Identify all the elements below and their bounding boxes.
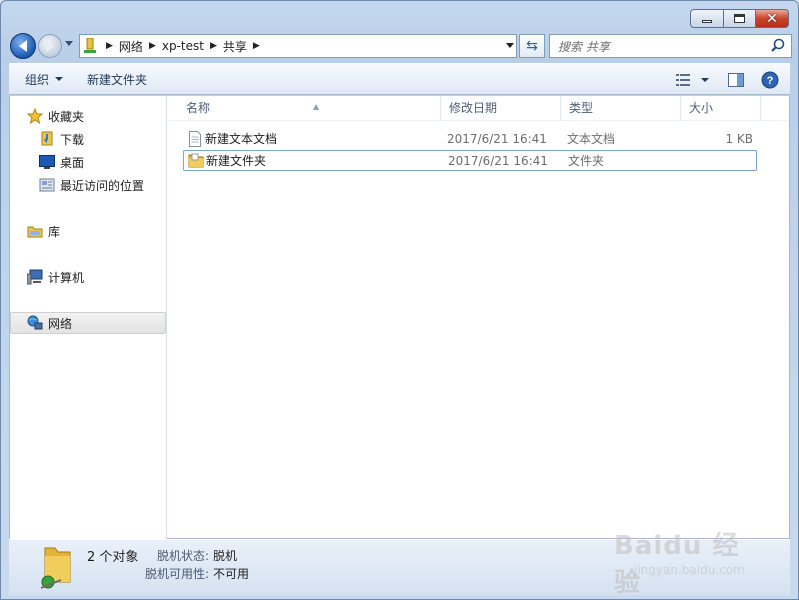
recent-places-icon: [38, 177, 56, 193]
desktop-icon: [38, 154, 56, 170]
breadcrumb-share[interactable]: 共享: [223, 38, 247, 55]
preview-pane-icon: [728, 73, 744, 87]
help-button[interactable]: ?: [756, 68, 784, 92]
view-controls: ?: [670, 68, 784, 92]
text-file-icon: [187, 131, 203, 147]
star-icon: [26, 108, 44, 124]
libraries-icon: [26, 223, 44, 239]
offline-folder-icon: [39, 544, 75, 590]
caption-buttons: ✕: [690, 9, 789, 28]
sidebar-label: 最近访问的位置: [60, 178, 145, 193]
column-header-name[interactable]: ▲ 名称: [178, 96, 441, 121]
sidebar-label: 计算机: [48, 270, 85, 285]
chevron-down-icon: [55, 77, 64, 81]
organize-button[interactable]: 组织: [17, 67, 71, 91]
item-count: 2 个对象: [87, 550, 139, 565]
breadcrumb-separator-icon[interactable]: ▶: [247, 41, 266, 51]
change-view-button[interactable]: [670, 68, 698, 92]
column-header-size[interactable]: 大小: [681, 96, 761, 121]
sidebar-label: 库: [48, 224, 61, 239]
file-name: 新建文件夹: [206, 154, 267, 168]
sidebar-label: 下载: [60, 132, 85, 147]
navigation-bar: ▶ 网络 ▶ xp-test ▶ 共享 ▶ ⇆ 搜索 共享: [9, 33, 792, 59]
svg-text:?: ?: [767, 75, 774, 87]
file-name: 新建文本文档: [205, 132, 278, 146]
file-type: 文本文档: [567, 132, 616, 146]
watermark-brand: Baidu 经验: [614, 531, 740, 598]
column-header-date[interactable]: 修改日期: [441, 96, 561, 121]
column-header-label: 修改日期: [449, 101, 498, 115]
main-area: 收藏夹 下载 桌面 最近访问的位置 库 计算机 网络 ▲ 名称 修改日期 类型 …: [9, 96, 790, 539]
sidebar-item-favorites[interactable]: 收藏夹: [26, 105, 182, 127]
maximize-icon: [734, 14, 745, 23]
offline-availability-label: 脱机可用性:: [145, 567, 210, 581]
breadcrumb-separator-icon[interactable]: ▶: [143, 41, 162, 51]
navigation-pane: 收藏夹 下载 桌面 最近访问的位置 库 计算机 网络: [10, 96, 167, 539]
computer-icon: [26, 269, 44, 285]
minimize-button[interactable]: [690, 9, 724, 28]
address-bar[interactable]: ▶ 网络 ▶ xp-test ▶ 共享 ▶: [79, 34, 517, 58]
file-row[interactable]: 新建文件夹 2017/6/21 16:41 文件夹: [183, 150, 757, 171]
sidebar-label: 网络: [48, 316, 73, 331]
maximize-button[interactable]: [724, 9, 756, 28]
file-date: 2017/6/21 16:41: [448, 154, 548, 168]
search-placeholder: 搜索 共享: [558, 39, 610, 54]
recent-pages-dropdown[interactable]: [65, 41, 73, 46]
sidebar-item-computer[interactable]: 计算机: [26, 266, 182, 288]
explorer-window: ✕ ▶ 网络 ▶ xp-test ▶ 共享 ▶ ⇆ 搜索 共享 组织 新建文件夹…: [0, 0, 799, 600]
refresh-icon: ⇆: [526, 38, 538, 54]
network-icon: [26, 315, 44, 331]
search-icon[interactable]: [769, 37, 787, 55]
chevron-down-icon: [701, 78, 709, 82]
breadcrumb-separator-icon[interactable]: ▶: [100, 41, 119, 51]
sidebar-item-network[interactable]: 网络: [10, 312, 166, 334]
network-location-icon: [80, 35, 100, 57]
minimize-icon: [702, 20, 712, 23]
search-input[interactable]: 搜索 共享: [549, 34, 792, 58]
back-button[interactable]: [10, 33, 36, 59]
downloads-folder-icon: [38, 131, 56, 147]
offline-status-value: 脱机: [213, 549, 238, 563]
view-options-dropdown[interactable]: [698, 68, 712, 92]
sort-ascending-icon: ▲: [313, 102, 320, 111]
file-list: ▲ 名称 修改日期 类型 大小 新建文本文档 2017/6/21 16:41 文…: [168, 96, 789, 539]
close-icon: ✕: [766, 10, 778, 27]
column-header-label: 名称: [186, 101, 211, 115]
details-view-icon: [676, 74, 690, 86]
column-header-label: 大小: [689, 101, 714, 115]
folder-icon: [188, 153, 204, 169]
refresh-button[interactable]: ⇆: [519, 34, 545, 58]
file-row[interactable]: 新建文本文档 2017/6/21 16:41 文本文档 1 KB: [183, 129, 757, 150]
forward-button[interactable]: [38, 34, 62, 58]
offline-status-label: 脱机状态:: [157, 549, 210, 563]
sidebar-label: 收藏夹: [48, 109, 85, 124]
breadcrumb-network[interactable]: 网络: [119, 38, 143, 55]
breadcrumb-separator-icon[interactable]: ▶: [204, 41, 223, 51]
address-dropdown-icon[interactable]: [506, 43, 514, 48]
preview-pane-button[interactable]: [722, 68, 750, 92]
command-bar: 组织 新建文件夹 ?: [9, 63, 790, 95]
column-header-type[interactable]: 类型: [561, 96, 681, 121]
column-header-row: ▲ 名称 修改日期 类型 大小: [168, 96, 789, 121]
column-header-label: 类型: [569, 101, 594, 115]
watermark-url: jingyan.baidu.com: [634, 563, 745, 577]
forward-arrow-icon: [46, 40, 54, 52]
close-button[interactable]: ✕: [756, 9, 789, 28]
breadcrumb-host[interactable]: xp-test: [162, 39, 204, 53]
back-arrow-icon: [19, 40, 27, 52]
new-folder-button[interactable]: 新建文件夹: [79, 67, 155, 91]
sidebar-label: 桌面: [60, 155, 85, 170]
new-folder-label: 新建文件夹: [87, 72, 148, 87]
file-date: 2017/6/21 16:41: [447, 132, 547, 146]
help-icon: ?: [761, 71, 779, 89]
organize-label: 组织: [25, 72, 50, 87]
offline-availability-value: 不可用: [213, 567, 250, 581]
sidebar-item-libraries[interactable]: 库: [26, 220, 182, 242]
file-type: 文件夹: [568, 154, 605, 168]
file-size: 1 KB: [725, 132, 753, 146]
baidu-jingyan-watermark: Baidu 经验 jingyan.baidu.com: [608, 513, 758, 598]
